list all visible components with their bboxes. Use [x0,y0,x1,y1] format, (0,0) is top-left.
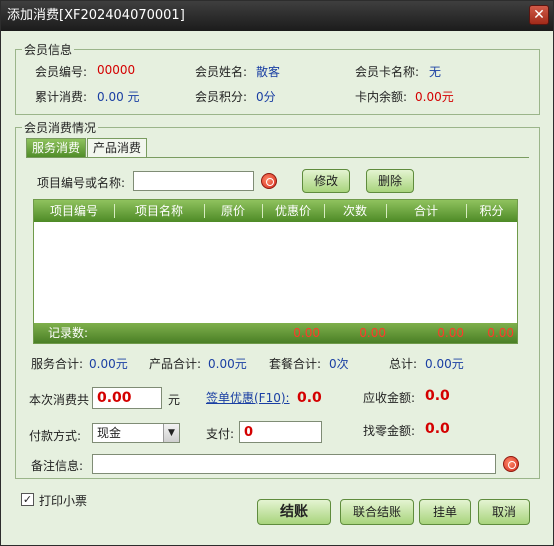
receivable-value: 0.0 [425,388,450,404]
service-total-label: 服务合计: [31,357,84,371]
package-total-value: 0次 [329,357,349,371]
checkout-button[interactable]: 结账 [257,499,331,525]
grand-total-label: 总计: [389,357,418,371]
this-spend-input[interactable] [92,387,162,409]
points-label: 会员积分: [195,90,248,104]
member-name-label: 会员姓名: [195,65,248,79]
member-info-group: 会员信息 [15,41,540,115]
footer-subtotal-total: 0.00 [437,326,464,340]
item-search-icon[interactable] [261,173,277,189]
package-total-label: 套餐合计: [269,357,322,371]
checkout-button-label: 结账 [280,504,308,520]
col-subtotal[interactable]: 合计 [386,200,466,222]
joint-checkout-button-label: 联合结账 [352,505,401,519]
table-footer: 记录数: 0.00 0.00 0.00 0.00 [34,323,517,343]
col-points[interactable]: 积分 [466,200,517,222]
member-name-value: 散客 [256,65,281,79]
remark-label: 备注信息: [31,459,84,473]
service-total-value: 0.00元 [89,357,128,371]
close-button[interactable]: ✕ [529,5,549,25]
this-spend-unit: 元 [168,393,181,407]
delete-button[interactable]: 删除 [366,169,414,193]
tab-product[interactable]: 产品消费 [87,138,147,158]
close-icon: ✕ [533,7,545,23]
tab-divider [26,157,529,158]
total-spend-value: 0.00 元 [97,90,140,104]
consumption-table[interactable]: 项目编号 项目名称 原价 优惠价 次数 合计 积分 记录数: 0.00 0.00… [33,199,518,344]
footer-discount-total: 0.00 [293,326,320,340]
discount-link[interactable]: 签单优惠(F10): [206,389,290,406]
pay-amount-input[interactable] [239,421,322,443]
print-ticket-label[interactable]: 打印小票 [39,492,87,509]
payment-method-label: 付款方式: [29,429,82,443]
col-item-no[interactable]: 项目编号 [34,200,114,222]
tab-service-label: 服务消费 [31,141,80,155]
table-header: 项目编号 项目名称 原价 优惠价 次数 合计 积分 [34,200,517,222]
hang-bill-button[interactable]: 挂单 [419,499,471,525]
consumption-title: 会员消费情况 [22,119,99,136]
total-spend-label: 累计消费: [35,90,88,104]
record-count-label: 记录数: [48,326,89,340]
modify-button[interactable]: 修改 [302,169,350,193]
col-item-name[interactable]: 项目名称 [114,200,204,222]
item-search-label: 项目编号或名称: [37,176,126,190]
remark-input[interactable] [92,454,496,474]
chevron-down-icon[interactable]: ▼ [163,424,179,442]
cancel-button[interactable]: 取消 [478,499,530,525]
pay-label: 支付: [206,427,235,441]
balance-label: 卡内余额: [355,90,408,104]
balance-value: 0.00元 [415,90,454,104]
card-name-label: 会员卡名称: [355,65,420,79]
cancel-button-label: 取消 [491,505,516,519]
payment-method-value: 现金 [97,426,122,440]
card-name-value: 无 [429,65,442,79]
receivable-label: 应收金额: [363,391,416,405]
product-total-label: 产品合计: [149,357,202,371]
change-value: 0.0 [425,421,450,437]
tab-service[interactable]: 服务消费 [26,138,86,158]
remark-search-icon[interactable] [503,456,519,472]
change-label: 找零金额: [363,424,416,438]
add-consumption-dialog: 添加消费[XF202404070001] ✕ 会员信息 会员编号: 00000 … [0,0,554,546]
member-info-title: 会员信息 [22,41,75,58]
member-no-label: 会员编号: [35,65,88,79]
delete-button-label: 删除 [377,174,402,188]
discount-value: 0.0 [297,390,322,406]
footer-points-total: 0.00 [487,326,514,340]
title-bar[interactable]: 添加消费[XF202404070001] ✕ [1,1,553,31]
member-no-value: 00000 [97,63,136,77]
print-ticket-checkbox[interactable]: ✓ [21,493,34,506]
payment-method-select[interactable]: 现金 ▼ [92,423,180,443]
col-discount-price[interactable]: 优惠价 [262,200,324,222]
modify-button-label: 修改 [313,174,338,188]
col-original-price[interactable]: 原价 [204,200,262,222]
grand-total-value: 0.00元 [425,357,464,371]
this-spend-label: 本次消费共 [29,393,90,407]
col-times[interactable]: 次数 [324,200,386,222]
hang-bill-button-label: 挂单 [432,505,457,519]
joint-checkout-button[interactable]: 联合结账 [340,499,414,525]
item-search-input[interactable] [133,171,254,191]
window-title: 添加消费[XF202404070001] [7,8,185,23]
footer-times-total: 0.00 [359,326,386,340]
points-value: 0分 [256,90,276,104]
tab-product-label: 产品消费 [92,141,141,155]
product-total-value: 0.00元 [208,357,247,371]
